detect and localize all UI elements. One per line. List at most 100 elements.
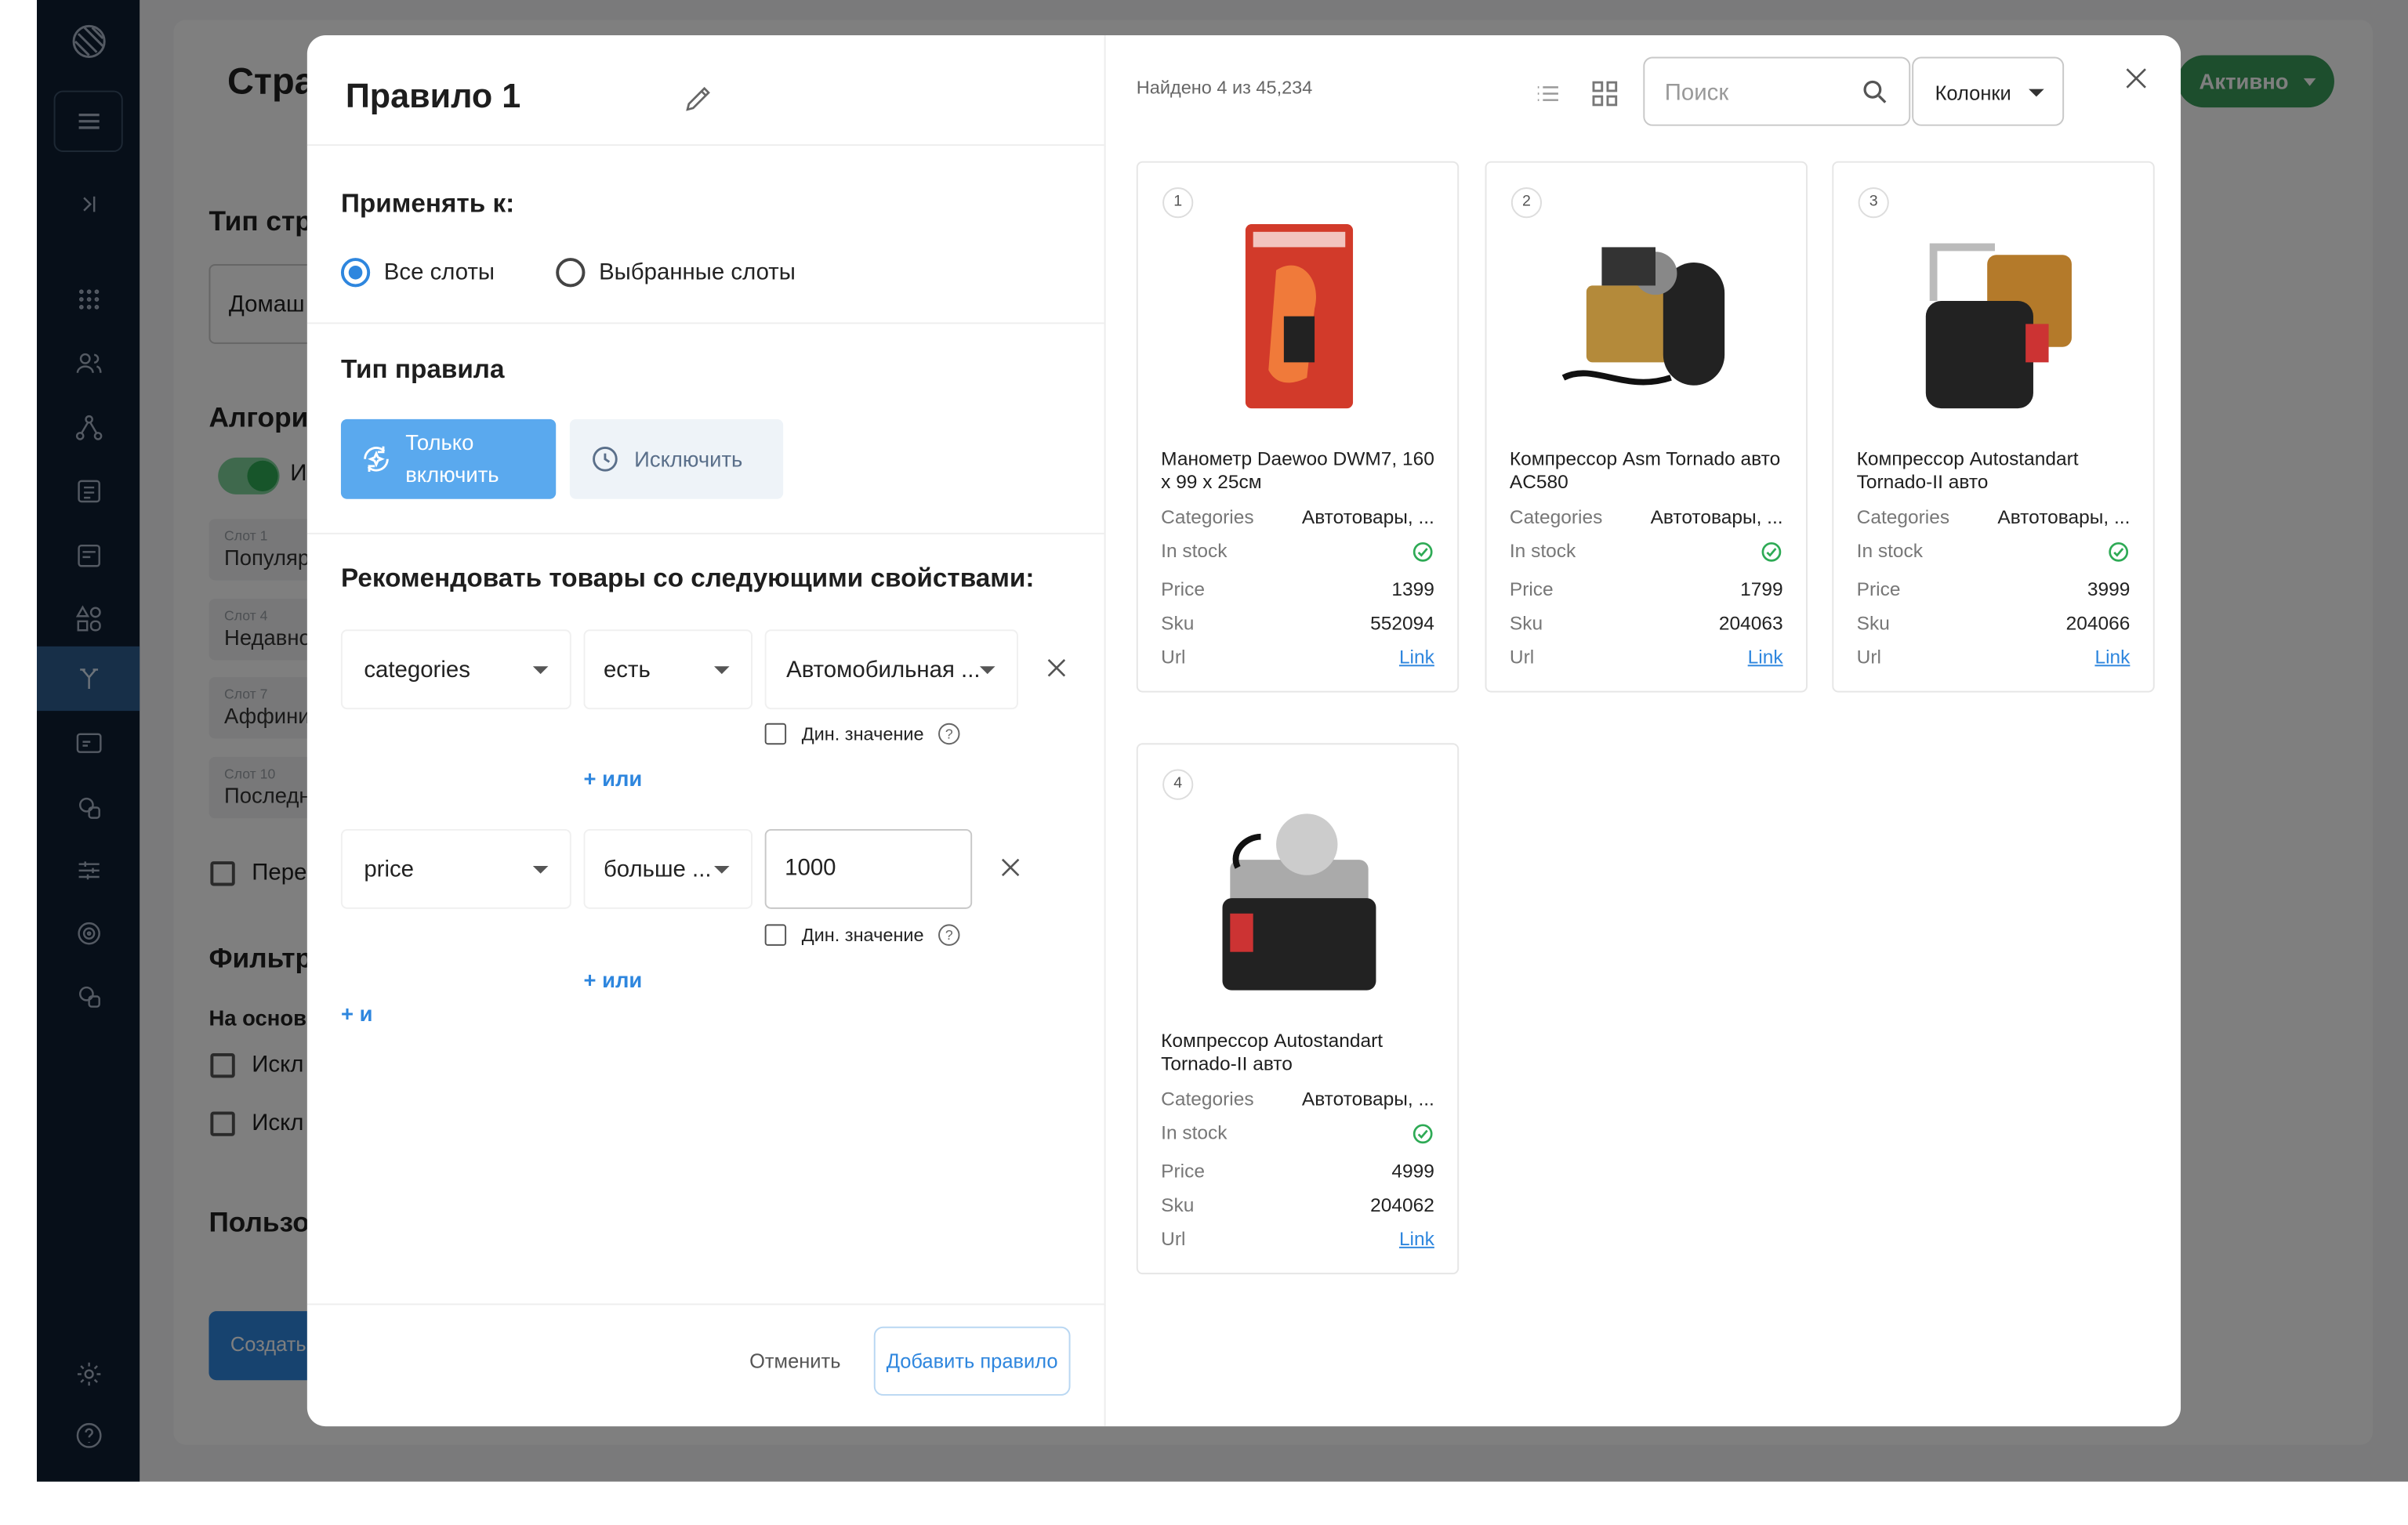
- dynamic-value-checkbox[interactable]: [764, 723, 787, 745]
- product-sku: 204063: [1718, 612, 1783, 635]
- product-card[interactable]: 2 Компрессор Asm Tornado авто AC580 Catego…: [1485, 161, 1808, 693]
- condition-field-select[interactable]: categories: [340, 629, 571, 710]
- include-only-label: Только включить: [405, 429, 499, 487]
- product-image[interactable]: [1548, 208, 1748, 423]
- chevron-down-icon: [979, 666, 995, 675]
- divider: [306, 1303, 1106, 1306]
- clock-icon: [593, 446, 618, 472]
- field-label-sku: Sku: [1509, 612, 1543, 635]
- condition-value-select[interactable]: Автомобильная ...: [764, 629, 1018, 710]
- condition-field-value: categories: [364, 656, 470, 683]
- field-label-price: Price: [1161, 1161, 1205, 1183]
- add-and-condition[interactable]: + и: [341, 1001, 373, 1025]
- condition-operator-value: больше ...: [603, 856, 712, 882]
- field-label-in-stock: In stock: [1856, 540, 1924, 563]
- in-stock-check-icon: [2109, 542, 2129, 562]
- chevron-down-icon: [2029, 89, 2044, 97]
- rule-modal: Правило 1 Применять к: Все слоты Выбранн…: [306, 35, 2181, 1427]
- field-label-price: Price: [1161, 578, 1205, 601]
- field-label-categories: Categories: [1856, 506, 1950, 528]
- close-icon[interactable]: [2123, 64, 2150, 92]
- cancel-button[interactable]: Отменить: [749, 1349, 840, 1372]
- product-price: 1799: [1740, 578, 1783, 601]
- product-url-link[interactable]: Link: [1399, 1228, 1434, 1249]
- field-label-in-stock: In stock: [1509, 540, 1576, 563]
- search-input[interactable]: Поиск: [1643, 56, 1911, 126]
- dynamic-value-checkbox[interactable]: [764, 924, 787, 946]
- product-image[interactable]: [1199, 208, 1399, 423]
- exclude-button[interactable]: Исключить: [569, 418, 784, 499]
- field-label-in-stock: In stock: [1161, 540, 1228, 563]
- include-only-button[interactable]: Только включить: [340, 418, 557, 499]
- sparkle-refresh-icon: [364, 446, 389, 472]
- product-name[interactable]: Компрессор Autostandart Tornado-II авто: [1161, 1031, 1445, 1077]
- dynamic-value-label: Дин. значение: [801, 723, 924, 745]
- product-card[interactable]: 3 Компрессор Autostandart Tornado-II авто…: [1832, 161, 2155, 693]
- chevron-down-icon: [714, 865, 730, 874]
- search-placeholder: Поиск: [1664, 79, 1729, 107]
- in-stock-check-icon: [1413, 542, 1433, 562]
- product-card[interactable]: 1 Манометр Daewoo DWM7, 160 x 99 x 25см Ca…: [1136, 161, 1460, 693]
- chevron-down-icon: [714, 666, 730, 675]
- condition-value-input[interactable]: 1000: [764, 828, 973, 909]
- product-name[interactable]: Компрессор Autostandart Tornado-II авто: [1857, 448, 2141, 494]
- rule-type-heading: Тип правила: [340, 354, 505, 384]
- field-label-price: Price: [1856, 578, 1901, 601]
- columns-dropdown[interactable]: Колонки: [1912, 56, 2065, 126]
- field-label-url: Url: [1161, 1228, 1186, 1250]
- add-or-condition[interactable]: + или: [583, 967, 642, 991]
- field-label-url: Url: [1161, 646, 1186, 668]
- recommend-heading: Рекомендовать товары со следующими свойс…: [340, 563, 1035, 593]
- radio-selected-slots[interactable]: [556, 258, 586, 288]
- chevron-down-icon: [532, 865, 549, 874]
- product-name[interactable]: Компрессор Asm Tornado авто AC580: [1510, 448, 1793, 494]
- product-categories: Автотовары, ...: [1301, 1089, 1434, 1110]
- product-categories: Автотовары, ...: [1997, 506, 2131, 528]
- apply-to-heading: Применять к:: [340, 188, 515, 219]
- radio-all-slots[interactable]: [340, 258, 371, 288]
- add-or-condition[interactable]: + или: [583, 766, 642, 791]
- help-icon[interactable]: ?: [938, 924, 960, 946]
- search-icon[interactable]: [1860, 77, 1891, 107]
- product-sku: 204062: [1370, 1194, 1434, 1216]
- condition-field-select[interactable]: price: [340, 828, 571, 909]
- in-stock-check-icon: [1761, 542, 1782, 562]
- grid-view-icon[interactable]: [1588, 77, 1622, 110]
- product-sku: 552094: [1370, 612, 1434, 635]
- product-card[interactable]: 4 Компрессор Autostandart Tornado-II авто…: [1136, 743, 1460, 1275]
- pencil-icon[interactable]: [682, 82, 716, 115]
- condition-operator-select[interactable]: больше ...: [583, 828, 753, 909]
- help-icon[interactable]: ?: [938, 723, 960, 745]
- condition-value-text: Автомобильная ...: [786, 656, 981, 683]
- chevron-down-icon: [532, 666, 549, 675]
- condition-value-text: 1000: [785, 855, 836, 882]
- condition-field-value: price: [364, 856, 415, 882]
- divider: [306, 144, 1106, 147]
- product-index: 4: [1162, 769, 1194, 800]
- results-count: Найдено 4 из 45,234: [1136, 76, 1313, 99]
- condition-operator-select[interactable]: есть: [583, 629, 753, 710]
- product-categories: Автотовары, ...: [1650, 506, 1783, 528]
- field-label-url: Url: [1856, 646, 1881, 668]
- product-name[interactable]: Манометр Daewoo DWM7, 160 x 99 x 25см: [1161, 448, 1445, 494]
- in-stock-check-icon: [1413, 1124, 1433, 1144]
- field-label-categories: Categories: [1161, 506, 1254, 528]
- dynamic-value-label: Дин. значение: [801, 924, 924, 946]
- product-price: 4999: [1391, 1161, 1434, 1183]
- product-image[interactable]: [1895, 208, 2095, 423]
- field-label-in-stock: In stock: [1161, 1122, 1228, 1144]
- product-price: 1399: [1391, 578, 1434, 601]
- remove-condition-icon[interactable]: [1043, 654, 1070, 682]
- divider: [306, 322, 1106, 324]
- remove-condition-icon[interactable]: [997, 853, 1024, 881]
- list-view-icon[interactable]: [1532, 78, 1563, 109]
- field-label-sku: Sku: [1161, 1194, 1195, 1216]
- product-url-link[interactable]: Link: [1399, 647, 1434, 668]
- add-rule-button[interactable]: Добавить правило: [873, 1326, 1071, 1396]
- field-label-url: Url: [1509, 646, 1535, 668]
- product-url-link[interactable]: Link: [2094, 647, 2130, 668]
- radio-selected-slots-label: Выбранные слоты: [599, 259, 796, 286]
- product-image[interactable]: [1199, 791, 1399, 1005]
- exclude-label: Исключить: [634, 446, 743, 471]
- product-url-link[interactable]: Link: [1748, 647, 1783, 668]
